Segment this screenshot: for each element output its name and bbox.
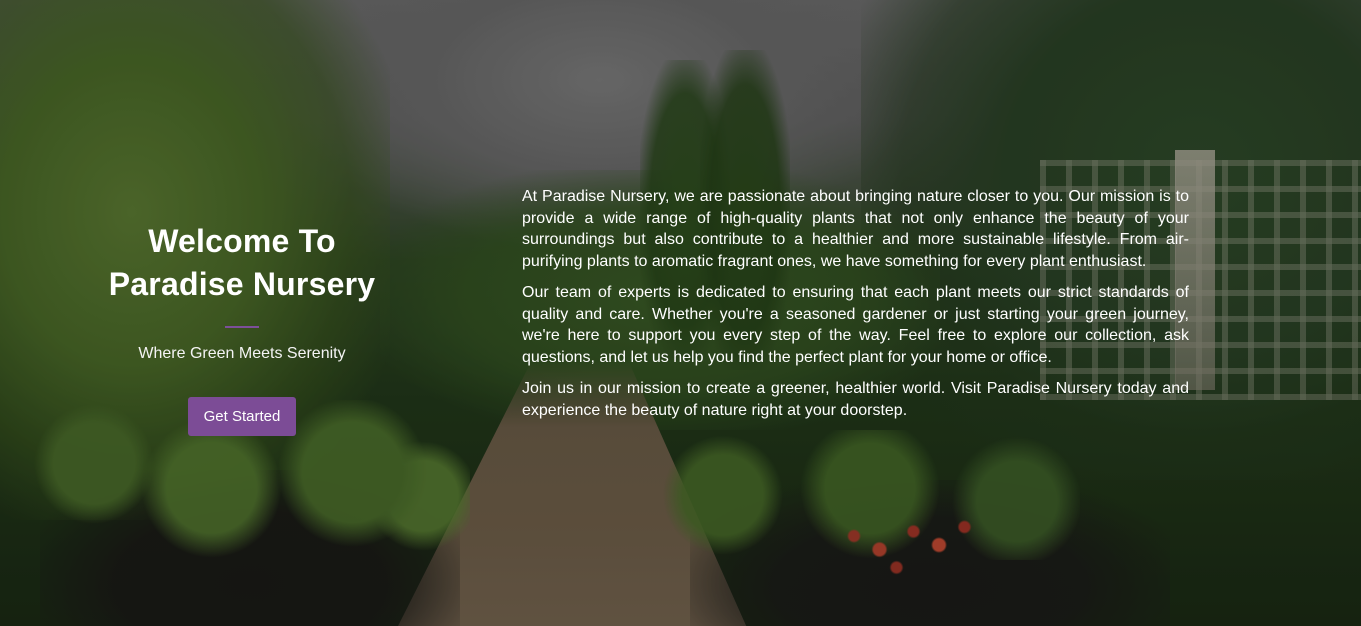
hero-content: Welcome To Paradise Nursery Where Green …	[0, 0, 1361, 626]
about-paragraph: At Paradise Nursery, we are passionate a…	[522, 188, 1189, 270]
about-us-text: At Paradise Nursery, we are passionate a…	[522, 186, 1189, 431]
hero-section: Welcome To Paradise Nursery Where Green …	[0, 0, 1361, 626]
title-divider	[225, 326, 259, 328]
intro-panel: Welcome To Paradise Nursery Where Green …	[92, 220, 392, 436]
about-paragraph: Our team of experts is dedicated to ensu…	[522, 284, 1189, 366]
get-started-button[interactable]: Get Started	[187, 397, 297, 436]
tagline: Where Green Meets Serenity	[138, 345, 346, 362]
about-paragraph: Join us in our mission to create a green…	[522, 380, 1189, 419]
page-title: Welcome To Paradise Nursery	[92, 220, 392, 306]
title-line-2: Paradise Nursery	[108, 266, 376, 302]
title-line-1: Welcome To	[148, 223, 336, 259]
